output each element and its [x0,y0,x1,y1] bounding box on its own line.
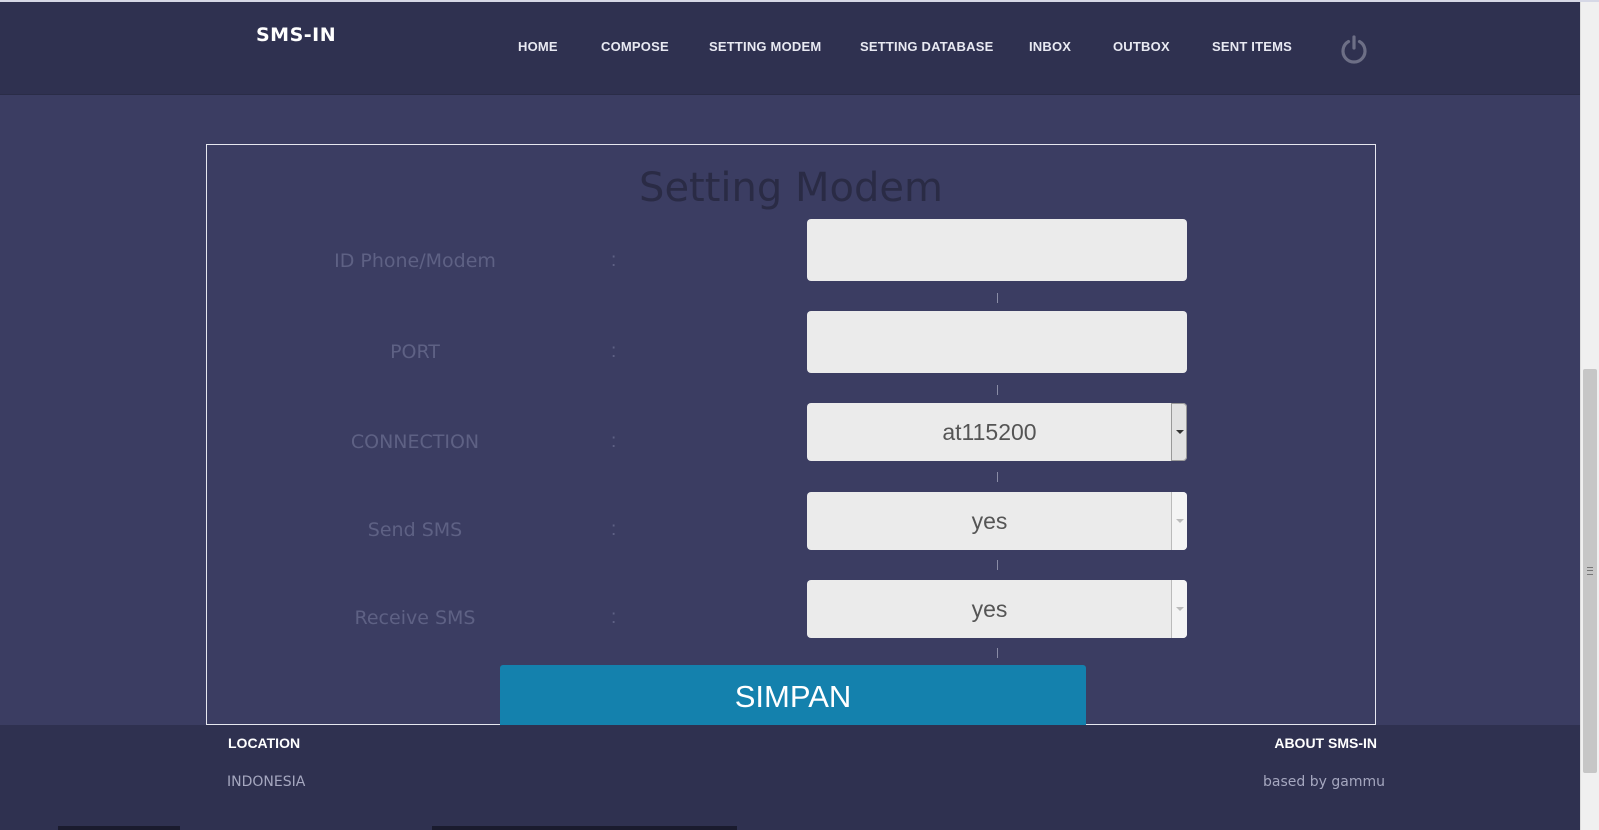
nav-sent-items[interactable]: SENT ITEMS [1212,39,1292,54]
nav-inbox[interactable]: INBOX [1029,39,1071,54]
footer-location-value: INDONESIA [227,774,306,790]
field-divider [997,560,998,570]
send-sms-select-value: yes [971,508,1008,534]
footer: LOCATION INDONESIA ABOUT SMS-IN based by… [0,725,1580,830]
nav-home[interactable]: HOME [518,39,558,54]
id-phone-input[interactable] [807,219,1187,281]
setting-modem-card: Setting Modem ID Phone/Modem : PORT : CO… [206,144,1376,726]
footer-about-heading: ABOUT SMS-IN [1274,735,1377,751]
connection-select-value: at115200 [942,419,1037,445]
page-title: Setting Modem [639,165,943,211]
port-input[interactable] [807,311,1187,373]
navbar: SMS-IN HOME COMPOSE SETTING MODEM SETTIN… [0,2,1580,95]
field-divider [997,293,998,303]
colon-separator: : [611,250,617,271]
receive-sms-select-value: yes [971,596,1008,622]
nav-setting-database[interactable]: SETTING DATABASE [860,39,993,54]
send-sms-select[interactable]: yes [807,492,1187,550]
port-label: PORT [390,341,440,363]
receive-sms-select[interactable]: yes [807,580,1187,638]
vertical-scrollbar[interactable] [1580,2,1599,830]
connection-select[interactable]: at115200 [807,403,1187,461]
colon-separator: : [611,431,617,452]
field-divider [997,648,998,658]
scrollbar-grip-icon [1587,567,1593,575]
chevron-down-icon[interactable] [1171,403,1187,461]
colon-separator: : [611,519,617,540]
field-divider [997,472,998,482]
chevron-down-icon[interactable] [1171,492,1187,550]
colon-separator: : [611,607,617,628]
connection-label: CONNECTION [350,431,480,453]
footer-decor [432,826,737,830]
footer-decor [122,826,180,830]
receive-sms-label: Receive SMS [354,607,476,629]
nav-compose[interactable]: COMPOSE [601,39,669,54]
footer-about-value: based by gammu [1263,774,1385,790]
power-icon[interactable] [1339,34,1369,64]
colon-separator: : [611,341,617,362]
field-divider [997,385,998,395]
scrollbar-thumb[interactable] [1583,369,1597,773]
id-phone-label: ID Phone/Modem [334,250,496,272]
footer-location-heading: LOCATION [228,735,301,751]
save-button[interactable]: SIMPAN [500,665,1086,726]
nav-outbox[interactable]: OUTBOX [1113,39,1170,54]
chevron-down-icon[interactable] [1171,580,1187,638]
send-sms-label: Send SMS [367,519,463,541]
nav-setting-modem[interactable]: SETTING MODEM [709,39,821,54]
